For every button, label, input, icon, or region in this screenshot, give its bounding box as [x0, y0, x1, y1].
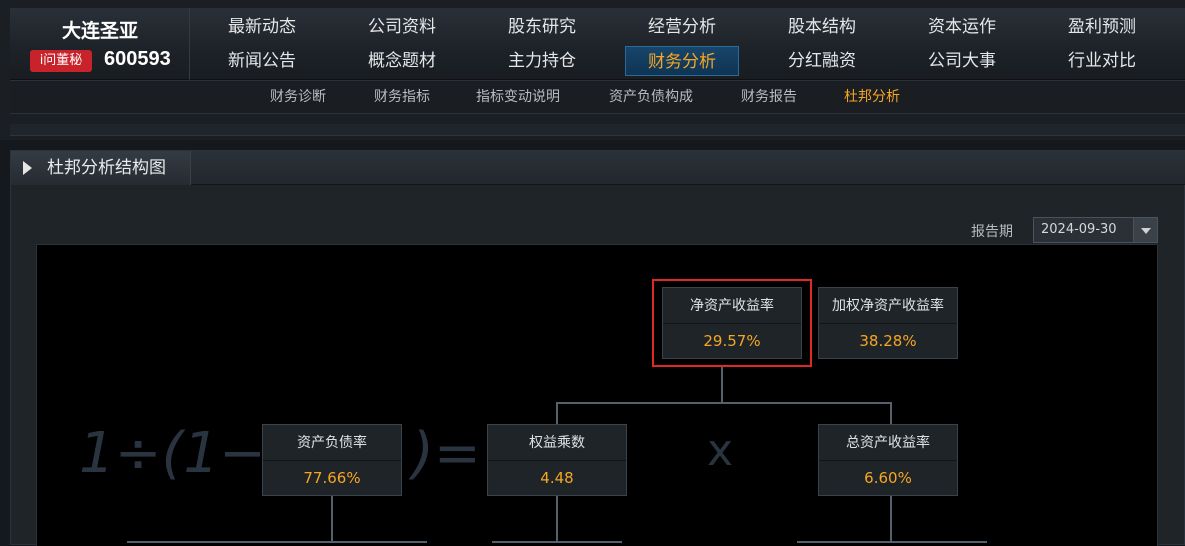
- nav-financial-analysis[interactable]: 财务分析: [625, 46, 739, 76]
- nav-main-holdings[interactable]: 主力持仓: [487, 46, 597, 76]
- chevron-right-icon: [23, 161, 32, 175]
- subnav-asset-liability[interactable]: 资产负债构成: [609, 81, 693, 115]
- connector-to-multiplier: [556, 402, 558, 424]
- period-value: 2024-09-30: [1041, 222, 1117, 237]
- subnav-financial-indicators[interactable]: 财务指标: [374, 81, 430, 115]
- subnav-dupont-analysis[interactable]: 杜邦分析: [844, 81, 900, 115]
- subnav-financial-diagnosis[interactable]: 财务诊断: [270, 81, 326, 115]
- nav-concept-themes[interactable]: 概念题材: [347, 46, 457, 76]
- equity-multiplier-value: 4.48: [540, 469, 574, 487]
- sub-navigation: 财务诊断 财务指标 指标变动说明 资产负债构成 财务报告 杜邦分析: [10, 80, 1185, 114]
- roe-label: 净资产收益率: [663, 288, 801, 324]
- stock-code: 600593: [104, 48, 171, 70]
- weighted-roe-value: 38.28%: [859, 332, 917, 350]
- connector-horizontal: [556, 402, 891, 404]
- ask-secretary-button[interactable]: i问董秘: [30, 50, 92, 72]
- nav-major-events[interactable]: 公司大事: [907, 46, 1017, 76]
- subnav-indicator-changes[interactable]: 指标变动说明: [476, 81, 560, 115]
- connector-bottom-mid: [492, 541, 622, 543]
- formula-right: )=: [412, 421, 481, 486]
- divider-bar: [10, 124, 1185, 136]
- period-label: 报告期: [971, 224, 1013, 240]
- roe-box[interactable]: 净资产收益率 29.57%: [662, 287, 802, 359]
- debt-ratio-label: 资产负债率: [263, 425, 401, 461]
- equity-multiplier-label: 权益乘数: [488, 425, 626, 461]
- nav-share-structure[interactable]: 股本结构: [767, 12, 877, 42]
- roa-box[interactable]: 总资产收益率 6.60%: [818, 424, 958, 496]
- nav-latest-news[interactable]: 最新动态: [207, 12, 317, 42]
- connector-bottom-right: [797, 541, 987, 543]
- panel-header: 杜邦分析结构图: [11, 151, 1185, 185]
- weighted-roe-box[interactable]: 加权净资产收益率 38.28%: [818, 287, 958, 359]
- nav-capital-operation[interactable]: 资本运作: [907, 12, 1017, 42]
- weighted-roe-label: 加权净资产收益率: [819, 288, 957, 324]
- roe-value: 29.57%: [703, 332, 761, 350]
- panel-title: 杜邦分析结构图: [47, 158, 166, 178]
- formula-times: x: [707, 425, 734, 476]
- debt-ratio-box[interactable]: 资产负债率 77.66%: [262, 424, 402, 496]
- connector-roe-down: [721, 365, 723, 403]
- dupont-chart: 1÷(1− )= x 净资产收益率 29.57% 加权净资产收益率 38.28%…: [36, 244, 1158, 546]
- subnav-financial-report[interactable]: 财务报告: [741, 81, 797, 115]
- dropdown-arrow-icon[interactable]: [1133, 218, 1157, 242]
- roa-label: 总资产收益率: [819, 425, 957, 461]
- stock-name: 大连圣亚: [61, 20, 138, 42]
- header: 大连圣亚 i问董秘 600593 最新动态 公司资料 股东研究 经营分析 股本结…: [10, 8, 1185, 80]
- debt-ratio-value: 77.66%: [303, 469, 361, 487]
- connector-roa-down: [890, 496, 892, 542]
- connector-debt-down: [331, 496, 333, 542]
- nav-dividend-financing[interactable]: 分红融资: [767, 46, 877, 76]
- stock-block: 大连圣亚 i问董秘 600593: [10, 8, 190, 80]
- connector-bottom-left: [127, 541, 427, 543]
- nav-profit-forecast[interactable]: 盈利预测: [1047, 12, 1157, 42]
- nav-operation-analysis[interactable]: 经营分析: [627, 12, 737, 42]
- connector-multiplier-down: [556, 496, 558, 542]
- panel-tab: 杜邦分析结构图: [11, 151, 191, 185]
- nav-shareholder-research[interactable]: 股东研究: [487, 12, 597, 42]
- roa-value: 6.60%: [864, 469, 912, 487]
- period-select[interactable]: 2024-09-30: [1033, 217, 1158, 243]
- formula-left: 1÷(1−: [79, 421, 266, 486]
- nav-company-info[interactable]: 公司资料: [347, 12, 457, 42]
- connector-to-roa: [890, 402, 892, 424]
- nav-industry-comparison[interactable]: 行业对比: [1047, 46, 1157, 76]
- nav-news-announcements[interactable]: 新闻公告: [207, 46, 317, 76]
- dupont-panel: 杜邦分析结构图 报告期 2024-09-30 1÷(1− )= x 净资产收益率…: [10, 150, 1185, 546]
- equity-multiplier-box[interactable]: 权益乘数 4.48: [487, 424, 627, 496]
- top-area: 大连圣亚 i问董秘 600593 最新动态 公司资料 股东研究 经营分析 股本结…: [0, 0, 1185, 140]
